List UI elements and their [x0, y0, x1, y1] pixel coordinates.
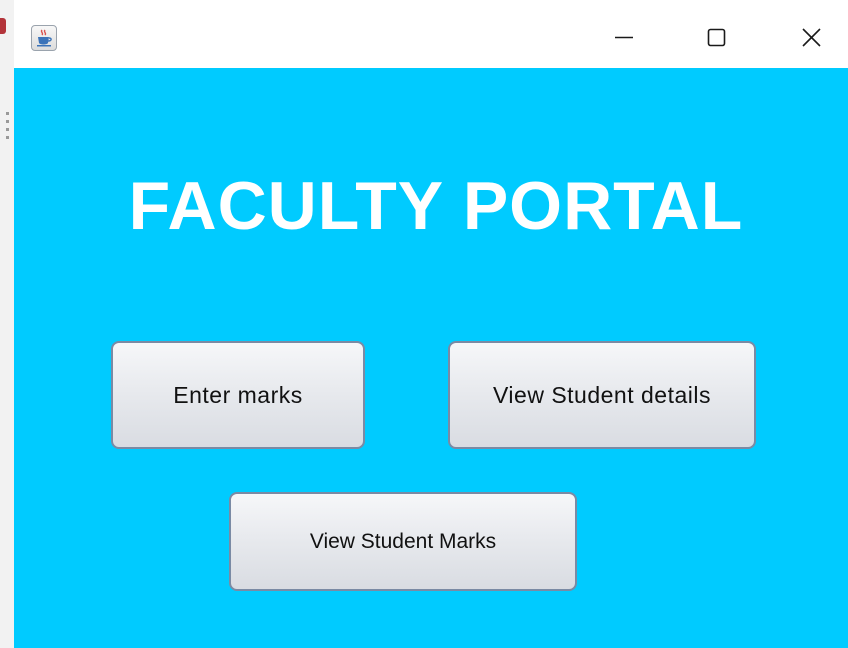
enter-marks-button[interactable]: Enter marks [111, 341, 365, 449]
grip-dot [6, 120, 9, 123]
grip-dot [6, 128, 9, 131]
minimize-icon [615, 36, 633, 39]
close-button[interactable] [789, 14, 835, 60]
view-student-marks-button[interactable]: View Student Marks [229, 492, 577, 591]
java-cup-icon[interactable] [31, 25, 57, 51]
view-student-details-label: View Student details [493, 381, 711, 408]
view-student-details-button[interactable]: View Student details [448, 341, 756, 449]
enter-marks-label: Enter marks [173, 381, 303, 408]
view-student-marks-label: View Student Marks [309, 529, 497, 553]
title-bar[interactable] [14, 0, 848, 68]
maximize-button[interactable] [693, 14, 739, 60]
minimize-button[interactable] [601, 14, 647, 60]
grip-dot [6, 112, 9, 115]
grip-dot [6, 136, 9, 139]
maximize-icon [707, 28, 726, 47]
page-title: FACULTY PORTAL [128, 168, 744, 244]
background-app-strip [0, 0, 15, 648]
close-icon [802, 28, 821, 47]
background-app-marker [0, 18, 6, 34]
application-window: FACULTY PORTAL Enter marks View Student … [14, 0, 848, 648]
portal-panel: FACULTY PORTAL Enter marks View Student … [14, 68, 848, 648]
